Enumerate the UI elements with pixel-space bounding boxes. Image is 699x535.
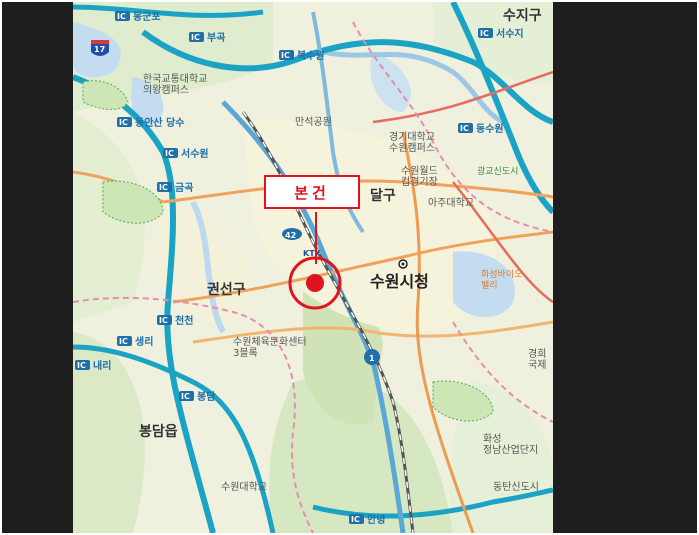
svg-text:IC: IC [159, 183, 168, 192]
svg-text:IC: IC [351, 515, 360, 524]
place-label: 아주대학교 [428, 197, 474, 209]
subject-callout-text: 본건 [294, 183, 330, 202]
right-letterbox [553, 2, 697, 533]
place-label: 경기대학교 수원캠퍼스 [389, 130, 435, 154]
place-label: 경희 국제 [528, 347, 546, 371]
route-42-shield: 42 [282, 228, 302, 240]
place-label: 만석공원 [295, 116, 332, 128]
map-canvas: IC 동군포 IC 부곡 IC 북수원 IC 서수지 IC 동안산 당수 IC … [73, 2, 553, 533]
svg-text:IC: IC [191, 33, 200, 42]
svg-text:IC: IC [117, 12, 126, 21]
svg-text:안녕: 안녕 [367, 513, 385, 526]
district-label-suji: 수지구 [503, 8, 542, 24]
svg-text:북수원: 북수원 [297, 49, 325, 62]
subject-callout-label: 본건 [264, 175, 360, 209]
screen-frame: IC 동군포 IC 부곡 IC 북수원 IC 서수지 IC 동안산 당수 IC … [0, 0, 699, 535]
svg-text:IC: IC [159, 316, 168, 325]
place-label: 광교신도시 [477, 165, 518, 177]
place-label: 수원월드 컵경기장 [401, 165, 438, 188]
city-hall-marker-dot [401, 262, 405, 266]
svg-text:서수지: 서수지 [496, 27, 524, 40]
svg-text:천천: 천천 [175, 314, 193, 327]
route-1-shield: 1 [364, 349, 380, 365]
svg-text:서수원: 서수원 [181, 147, 209, 160]
svg-text:생리: 생리 [135, 335, 153, 348]
left-letterbox [2, 2, 73, 533]
district-label-bongdam: 봉담읍 [139, 423, 178, 440]
svg-text:내리: 내리 [93, 359, 111, 372]
svg-text:동수원: 동수원 [476, 122, 504, 135]
map-viewport[interactable]: IC 동군포 IC 부곡 IC 북수원 IC 서수지 IC 동안산 당수 IC … [73, 2, 553, 533]
district-label-paldal: 달구 [370, 188, 396, 204]
district-label-gwonseon: 권선구 [207, 282, 246, 298]
svg-text:IC: IC [460, 124, 469, 133]
svg-text:IC: IC [281, 51, 290, 60]
svg-text:17: 17 [94, 45, 105, 54]
svg-text:동군포: 동군포 [133, 11, 161, 23]
svg-text:IC: IC [480, 29, 489, 38]
svg-text:동안산 당수: 동안산 당수 [135, 116, 184, 129]
svg-text:IC: IC [119, 337, 128, 346]
svg-text:1: 1 [369, 354, 375, 363]
city-hall-label: 수원시청 [370, 272, 429, 291]
expressway-17-shield: 17 [91, 40, 109, 56]
place-label: 동탄신도시 [493, 481, 539, 493]
svg-text:IC: IC [181, 392, 190, 401]
subject-location-marker[interactable] [306, 274, 324, 292]
svg-text:봉담: 봉담 [197, 390, 216, 403]
svg-text:IC: IC [165, 149, 174, 158]
svg-text:부곡: 부곡 [207, 32, 225, 44]
svg-text:IC: IC [119, 118, 128, 127]
place-label: 수원대학교 [221, 481, 267, 493]
svg-text:IC: IC [77, 361, 86, 370]
svg-text:42: 42 [285, 231, 296, 240]
svg-text:금곡: 금곡 [175, 182, 193, 194]
